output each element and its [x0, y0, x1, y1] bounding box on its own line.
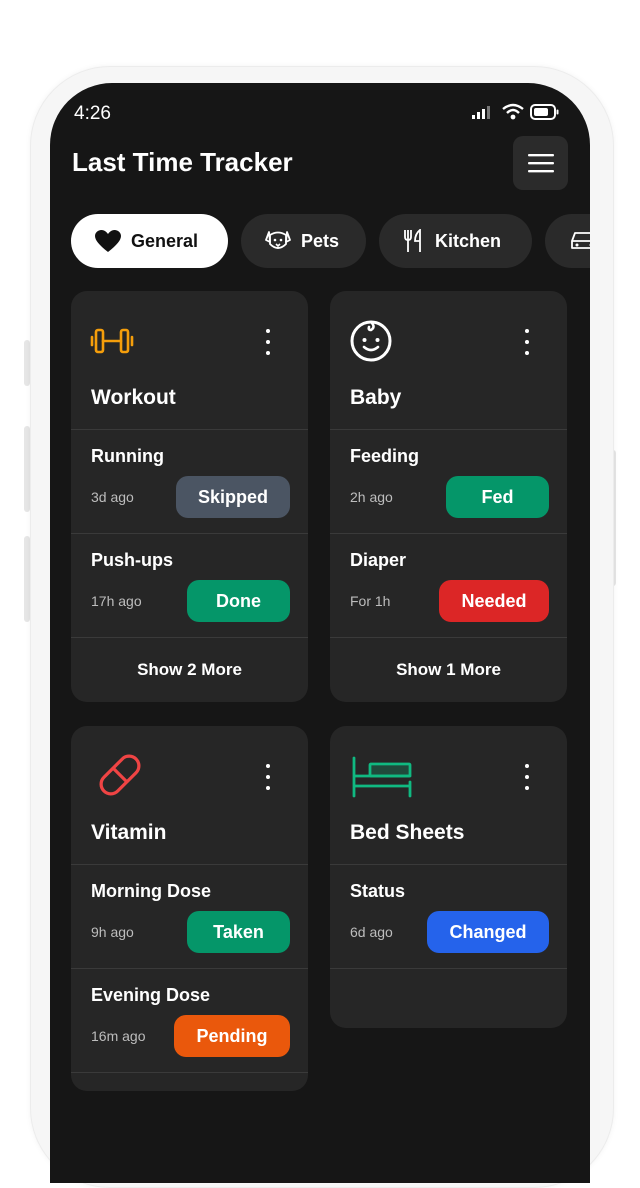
card-header: Vitamin [71, 726, 308, 865]
card-options-button[interactable] [523, 329, 531, 355]
dog-icon [265, 231, 291, 249]
app-screen: 4:26 Last Time Tracker General Pets Kitc… [50, 83, 590, 1183]
tab-pets-label: Pets [301, 230, 340, 251]
item-name: Status [350, 881, 406, 901]
card-bed-sheets[interactable]: Bed Sheets Status 6d ago Changed [330, 726, 567, 1028]
signal-icon [472, 106, 490, 119]
item-time: 2h ago [350, 489, 393, 505]
tab-car[interactable] [545, 214, 590, 268]
item-time: 6d ago [350, 924, 393, 940]
dumbbell-icon [90, 328, 134, 354]
menu-button[interactable] [513, 136, 568, 190]
item-time: 16m ago [91, 1028, 146, 1044]
tab-general-label: General [131, 230, 199, 251]
heart-icon [95, 229, 121, 252]
item-time: 17h ago [91, 593, 142, 609]
status-icons [472, 103, 560, 121]
pill-icon [99, 754, 141, 796]
card-title: Bed Sheets [350, 821, 465, 844]
card-header: Bed Sheets [330, 726, 567, 865]
item-name: Push-ups [91, 550, 174, 570]
status-badge[interactable]: Changed [427, 911, 549, 953]
tab-general[interactable]: General [71, 214, 228, 268]
status-badge[interactable]: Needed [439, 580, 549, 622]
card-baby[interactable]: Baby Feeding 2h ago Fed Diaper For 1h Ne… [330, 291, 567, 702]
card-title: Workout [91, 386, 176, 409]
card-options-button[interactable] [523, 764, 531, 790]
bed-icon [352, 756, 412, 798]
list-item[interactable]: Diaper For 1h Needed [330, 534, 567, 638]
status-time: 4:26 [74, 103, 111, 124]
tab-pets[interactable]: Pets [241, 214, 366, 268]
show-more-button[interactable]: Show 2 More [71, 638, 308, 702]
category-tabs: General Pets Kitchen [71, 214, 590, 268]
item-name: Diaper [350, 550, 407, 570]
item-time: For 1h [350, 593, 391, 609]
list-item[interactable]: Status 6d ago Changed [330, 865, 567, 969]
fork-knife-icon [404, 229, 421, 252]
card-title: Baby [350, 386, 402, 409]
list-item[interactable]: Push-ups 17h ago Done [71, 534, 308, 638]
item-name: Morning Dose [91, 881, 211, 901]
list-item[interactable]: Feeding 2h ago Fed [330, 430, 567, 534]
item-time: 3d ago [91, 489, 134, 505]
item-name: Evening Dose [91, 985, 211, 1005]
page-title: Last Time Tracker [72, 147, 293, 177]
list-item[interactable]: Morning Dose 9h ago Taken [71, 865, 308, 969]
list-item[interactable]: Running 3d ago Skipped [71, 430, 308, 534]
status-badge[interactable]: Fed [446, 476, 549, 518]
status-badge[interactable]: Taken [187, 911, 290, 953]
tab-kitchen-label: Kitchen [435, 230, 502, 251]
card-options-button[interactable] [264, 764, 272, 790]
card-header: Workout [71, 291, 308, 430]
list-item[interactable]: Evening Dose 16m ago Pending [71, 969, 308, 1073]
hamburger-icon [527, 154, 554, 173]
item-name: Feeding [350, 446, 420, 466]
card-vitamin[interactable]: Vitamin Morning Dose 9h ago Taken Evenin… [71, 726, 308, 1091]
wifi-icon [502, 103, 524, 120]
tab-kitchen[interactable]: Kitchen [379, 214, 532, 268]
status-badge[interactable]: Done [187, 580, 290, 622]
show-more-button[interactable]: Show 1 More [330, 638, 567, 702]
item-time: 9h ago [91, 924, 134, 940]
status-badge[interactable]: Skipped [176, 476, 290, 518]
status-badge[interactable]: Pending [174, 1015, 290, 1057]
card-title: Vitamin [91, 821, 167, 844]
battery-icon [530, 104, 559, 120]
baby-face-icon [350, 320, 392, 362]
car-icon [571, 232, 590, 249]
card-workout[interactable]: Workout Running 3d ago Skipped Push-ups … [71, 291, 308, 702]
card-options-button[interactable] [264, 329, 272, 355]
item-name: Running [91, 446, 164, 466]
card-header: Baby [330, 291, 567, 430]
